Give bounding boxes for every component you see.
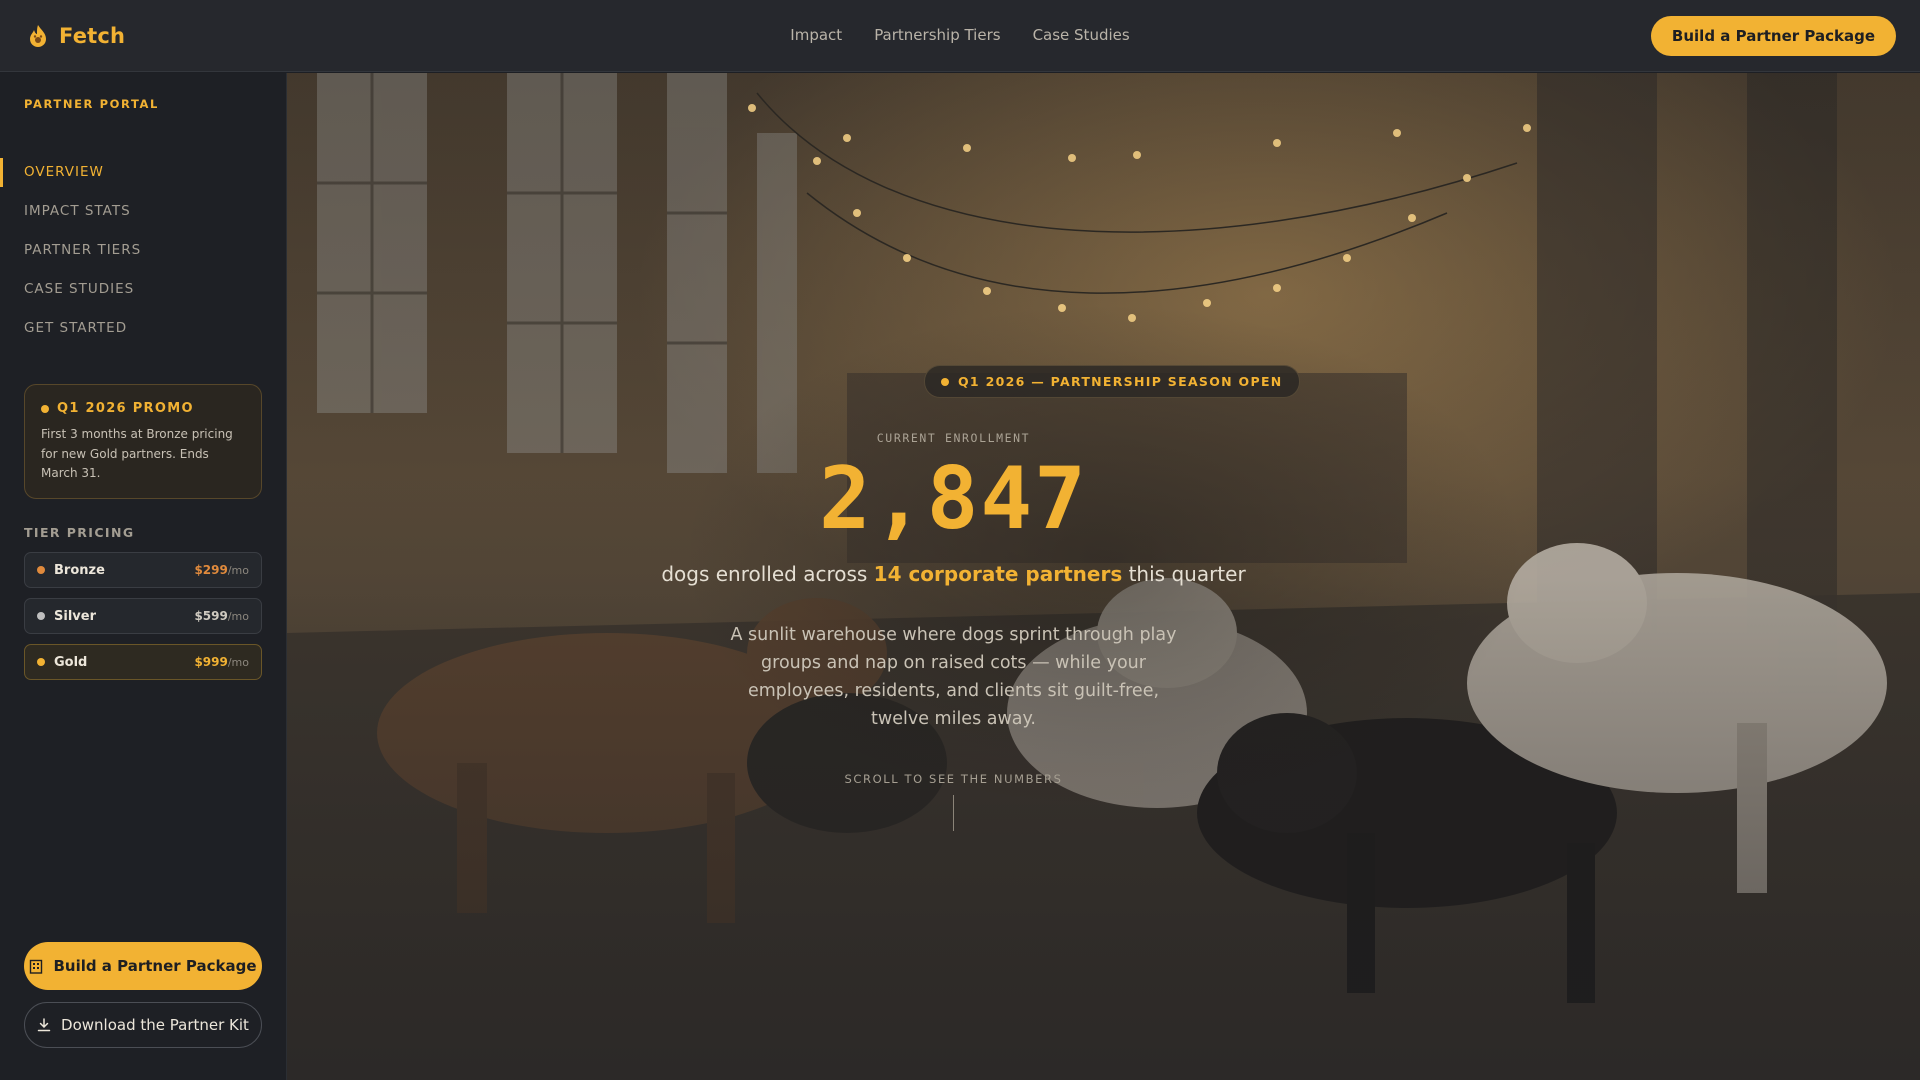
- season-badge-text: Q1 2026 — PARTNERSHIP SEASON OPEN: [958, 374, 1283, 389]
- season-dot-icon: [941, 377, 949, 386]
- promo-title-row: Q1 2026 PROMO: [41, 401, 245, 416]
- tier-name: Silver: [54, 608, 96, 624]
- tier-pricing-label: TIER PRICING: [24, 525, 135, 540]
- tier-bronze[interactable]: Bronze $299/mo: [24, 552, 262, 588]
- enrollment-label: CURRENT ENROLLMENT: [876, 431, 1031, 445]
- nav-link-impact[interactable]: Impact: [790, 26, 842, 44]
- tier-price: $299: [194, 563, 228, 577]
- tier-name: Gold: [54, 654, 88, 670]
- hero-section: Q1 2026 — PARTNERSHIP SEASON OPEN CURREN…: [287, 73, 1920, 1080]
- season-badge: Q1 2026 — PARTNERSHIP SEASON OPEN: [924, 365, 1300, 398]
- tier-gold[interactable]: Gold $999/mo: [24, 644, 262, 680]
- tier-silver[interactable]: Silver $599/mo: [24, 598, 262, 634]
- tier-period: /mo: [227, 609, 249, 623]
- building-icon: [30, 959, 43, 974]
- promo-text: First 3 months at Bronze pricing for new…: [41, 427, 233, 480]
- sidebar-item-case-studies[interactable]: CASE STUDIES: [0, 270, 286, 309]
- nav-link-partnership-tiers[interactable]: Partnership Tiers: [874, 26, 1000, 44]
- tier-period: /mo: [227, 655, 249, 669]
- sidebar-cta-label: Build a Partner Package: [53, 957, 257, 975]
- sidebar-build-package-button[interactable]: Build a Partner Package: [24, 942, 262, 990]
- sidebar: PARTNER PORTAL OVERVIEW IMPACT STATS PAR…: [0, 73, 287, 1080]
- download-label: Download the Partner Kit: [61, 1016, 249, 1034]
- tier-dot-icon: [37, 566, 45, 574]
- tier-dot-icon: [37, 658, 45, 666]
- enrollment-sub-prefix: dogs enrolled across: [661, 562, 874, 586]
- sidebar-item-get-started[interactable]: GET STARTED: [0, 309, 286, 348]
- sidebar-item-partner-tiers[interactable]: PARTNER TIERS: [0, 231, 286, 270]
- sidebar-item-impact-stats[interactable]: IMPACT STATS: [0, 192, 286, 231]
- promo-card: Q1 2026 PROMO First 3 months at Bronze p…: [24, 384, 262, 499]
- build-partner-package-button[interactable]: Build a Partner Package: [1650, 16, 1896, 56]
- download-icon: [37, 1018, 51, 1032]
- tier-price: $599: [194, 609, 228, 623]
- tier-price: $999: [194, 655, 228, 669]
- tier-pricing-list: Bronze $299/mo Silver $599/mo Gold $999/…: [24, 552, 262, 690]
- scroll-hint[interactable]: SCROLL TO SEE THE NUMBERS: [287, 772, 1620, 786]
- enrollment-sub-suffix: this quarter: [1122, 562, 1246, 586]
- tier-dot-icon: [37, 612, 45, 620]
- nav-link-case-studies[interactable]: Case Studies: [1033, 26, 1130, 44]
- scroll-indicator-line: [953, 795, 954, 831]
- top-nav-bar: Fetch Impact Partnership Tiers Case Stud…: [0, 0, 1920, 72]
- hero-description: A sunlit warehouse where dogs sprint thr…: [730, 625, 1177, 729]
- top-nav-links: Impact Partnership Tiers Case Studies: [0, 26, 1920, 44]
- enrollment-count: 2,847: [819, 449, 1088, 549]
- tier-period: /mo: [227, 563, 249, 577]
- enrollment-subtitle: dogs enrolled across 14 corporate partne…: [287, 562, 1620, 586]
- enrollment-sub-highlight: 14 corporate partners: [873, 562, 1123, 586]
- promo-dot-icon: [41, 404, 49, 413]
- tier-name: Bronze: [54, 562, 105, 578]
- promo-title: Q1 2026 PROMO: [57, 401, 194, 416]
- portal-label: PARTNER PORTAL: [24, 97, 159, 111]
- download-partner-kit-button[interactable]: Download the Partner Kit: [24, 1002, 262, 1048]
- sidebar-nav: OVERVIEW IMPACT STATS PARTNER TIERS CASE…: [0, 153, 286, 348]
- sidebar-item-overview[interactable]: OVERVIEW: [0, 153, 286, 192]
